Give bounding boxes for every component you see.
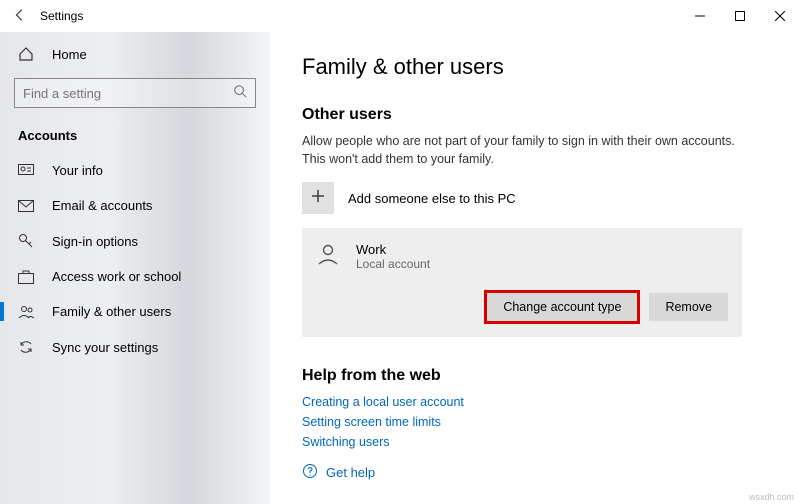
mail-icon [18, 200, 38, 212]
home-nav[interactable]: Home [0, 40, 270, 68]
home-label: Home [52, 47, 87, 62]
window-title: Settings [40, 9, 83, 23]
other-users-desc: Allow people who are not part of your fa… [302, 132, 742, 168]
help-link[interactable]: Setting screen time limits [302, 415, 768, 429]
other-users-heading: Other users [302, 106, 768, 124]
user-subtitle: Local account [356, 257, 430, 271]
add-user-label: Add someone else to this PC [348, 191, 516, 206]
sync-icon [18, 339, 38, 355]
sidebar-item-label: Email & accounts [52, 198, 152, 213]
sidebar-item-work[interactable]: Access work or school [0, 259, 270, 294]
sidebar-item-label: Sync your settings [52, 340, 158, 355]
sidebar-item-label: Family & other users [52, 304, 171, 319]
sidebar-item-family[interactable]: Family & other users [0, 294, 270, 329]
key-icon [18, 233, 38, 249]
page-title: Family & other users [302, 54, 768, 80]
back-button[interactable] [0, 8, 40, 25]
sidebar-item-your-info[interactable]: Your info [0, 153, 270, 188]
user-card[interactable]: Work Local account Change account type R… [302, 228, 742, 337]
sidebar-item-email[interactable]: Email & accounts [0, 188, 270, 223]
home-icon [18, 46, 38, 62]
user-icon [316, 242, 344, 271]
close-button[interactable] [760, 0, 800, 32]
help-link[interactable]: Creating a local user account [302, 395, 768, 409]
sidebar-item-sync[interactable]: Sync your settings [0, 329, 270, 365]
person-card-icon [18, 164, 38, 178]
briefcase-icon [18, 270, 38, 284]
add-user-button[interactable] [302, 182, 334, 214]
sidebar-item-signin[interactable]: Sign-in options [0, 223, 270, 259]
section-title: Accounts [0, 122, 270, 153]
add-user-row[interactable]: Add someone else to this PC [302, 182, 768, 214]
change-account-type-button[interactable]: Change account type [487, 293, 637, 321]
search-icon [233, 84, 247, 103]
user-name: Work [356, 242, 430, 257]
sidebar-item-label: Your info [52, 163, 103, 178]
people-icon [18, 305, 38, 319]
sidebar-item-label: Sign-in options [52, 234, 138, 249]
watermark: wsxdh.com [749, 492, 794, 502]
get-help-label: Get help [326, 465, 375, 480]
sidebar: Home Accounts Your info Email & accounts… [0, 32, 270, 504]
remove-button[interactable]: Remove [649, 293, 728, 321]
help-icon [302, 463, 318, 482]
minimize-button[interactable] [680, 0, 720, 32]
plus-icon [310, 188, 326, 209]
help-heading: Help from the web [302, 367, 768, 385]
sidebar-item-label: Access work or school [52, 269, 181, 284]
get-help-link[interactable]: Get help [302, 463, 768, 482]
main-content: Family & other users Other users Allow p… [270, 32, 800, 504]
search-input[interactable] [23, 86, 233, 101]
titlebar: Settings [0, 0, 800, 32]
maximize-button[interactable] [720, 0, 760, 32]
search-box[interactable] [14, 78, 256, 108]
help-link[interactable]: Switching users [302, 435, 768, 449]
